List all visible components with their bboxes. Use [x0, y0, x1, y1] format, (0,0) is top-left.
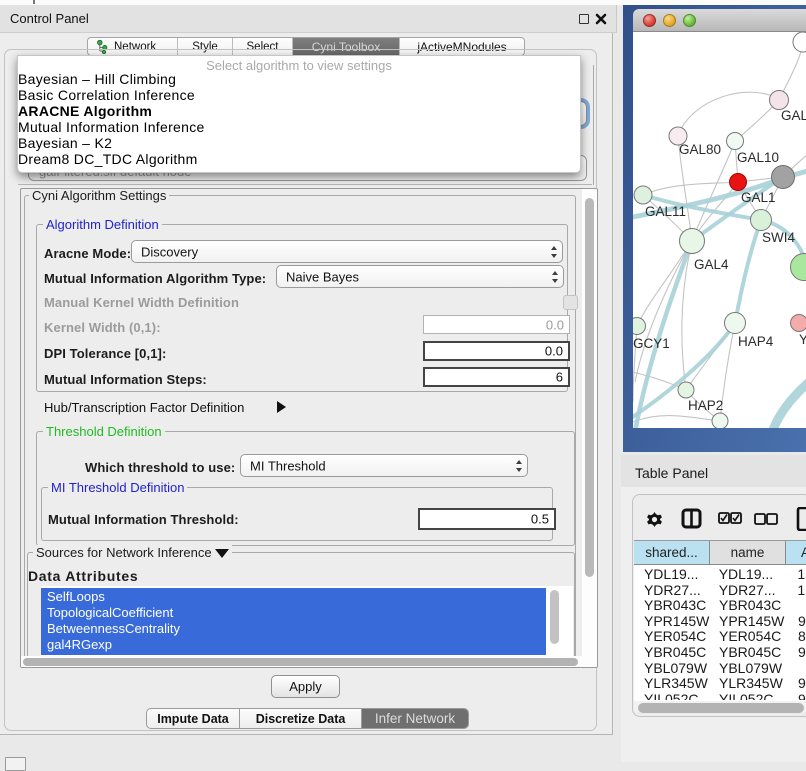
svg-text:GCY1: GCY1	[633, 336, 670, 351]
svg-text:GAL1: GAL1	[741, 190, 776, 205]
svg-text:GAL: GAL	[781, 108, 806, 123]
svg-text:GAL80: GAL80	[679, 142, 721, 157]
svg-text:HAP2: HAP2	[688, 398, 723, 413]
svg-text:HAP4: HAP4	[738, 334, 774, 349]
svg-text:Y: Y	[799, 332, 806, 347]
svg-text:GAL10: GAL10	[737, 150, 779, 165]
svg-text:GAL4: GAL4	[694, 257, 729, 272]
svg-text:GAL11: GAL11	[645, 204, 686, 219]
svg-text:SWI4: SWI4	[762, 230, 795, 245]
